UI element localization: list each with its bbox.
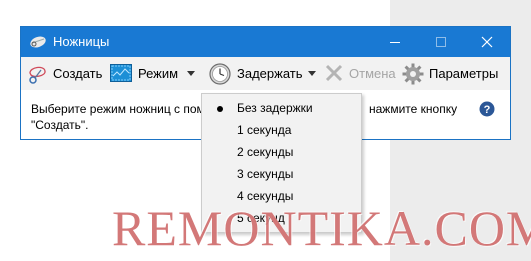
delay-option-no-delay[interactable]: Без задержки [202,97,361,119]
watermark: REMONTIKA.COM [112,200,531,256]
delay-option-label: Без задержки [237,101,313,115]
cancel-label: Отмена [349,66,396,81]
maximize-icon [436,37,446,47]
toolbar: Создать Режим Задержать Отмена Параметры [21,57,510,90]
minimize-icon [390,42,400,43]
instruction-line-1-continued: нажмите кнопку [369,102,458,116]
selected-bullet-icon [217,106,223,112]
svg-text:?: ? [484,104,491,116]
maximize-button[interactable] [418,27,464,57]
instruction-line-2: "Создать". [31,118,89,132]
cancel-button[interactable]: Отмена [323,57,396,90]
delay-label: Задержать [237,66,303,81]
options-label: Параметры [429,66,499,81]
options-button[interactable]: Параметры [401,57,508,90]
mode-label: Режим [138,66,179,81]
mode-dropdown-arrow-icon [187,71,195,76]
gear-icon [402,63,424,90]
cancel-x-icon [325,64,343,87]
snipping-tool-icon [29,34,47,50]
delay-option-3-seconds[interactable]: 3 секунды [202,163,361,185]
delay-button[interactable]: Задержать [205,57,317,90]
instruction-line-1: Выберите режим ножниц с пом [31,102,205,116]
delay-option-label: 1 секунда [237,123,292,137]
delay-dropdown-arrow-icon [308,71,316,76]
new-snip-label: Создать [53,66,103,81]
title-bar[interactable]: Ножницы [21,27,510,57]
delay-option-1-second[interactable]: 1 секунда [202,119,361,141]
window-title: Ножницы [53,34,110,49]
help-icon[interactable]: ? [479,101,495,117]
minimize-button[interactable] [372,27,418,57]
clock-icon [209,63,231,90]
new-snip-button[interactable]: Создать [23,57,103,90]
mode-icon [110,64,132,87]
delay-option-2-seconds[interactable]: 2 секунды [202,141,361,163]
instruction-text: Выберите режим ножниц с пом "Создать". [31,101,205,133]
scissors-icon [26,63,48,90]
close-icon [481,36,493,48]
delay-option-label: 3 секунды [237,167,294,181]
mode-button[interactable]: Режим [109,57,197,90]
close-button[interactable] [464,27,510,57]
delay-option-label: 2 секунды [237,145,294,159]
